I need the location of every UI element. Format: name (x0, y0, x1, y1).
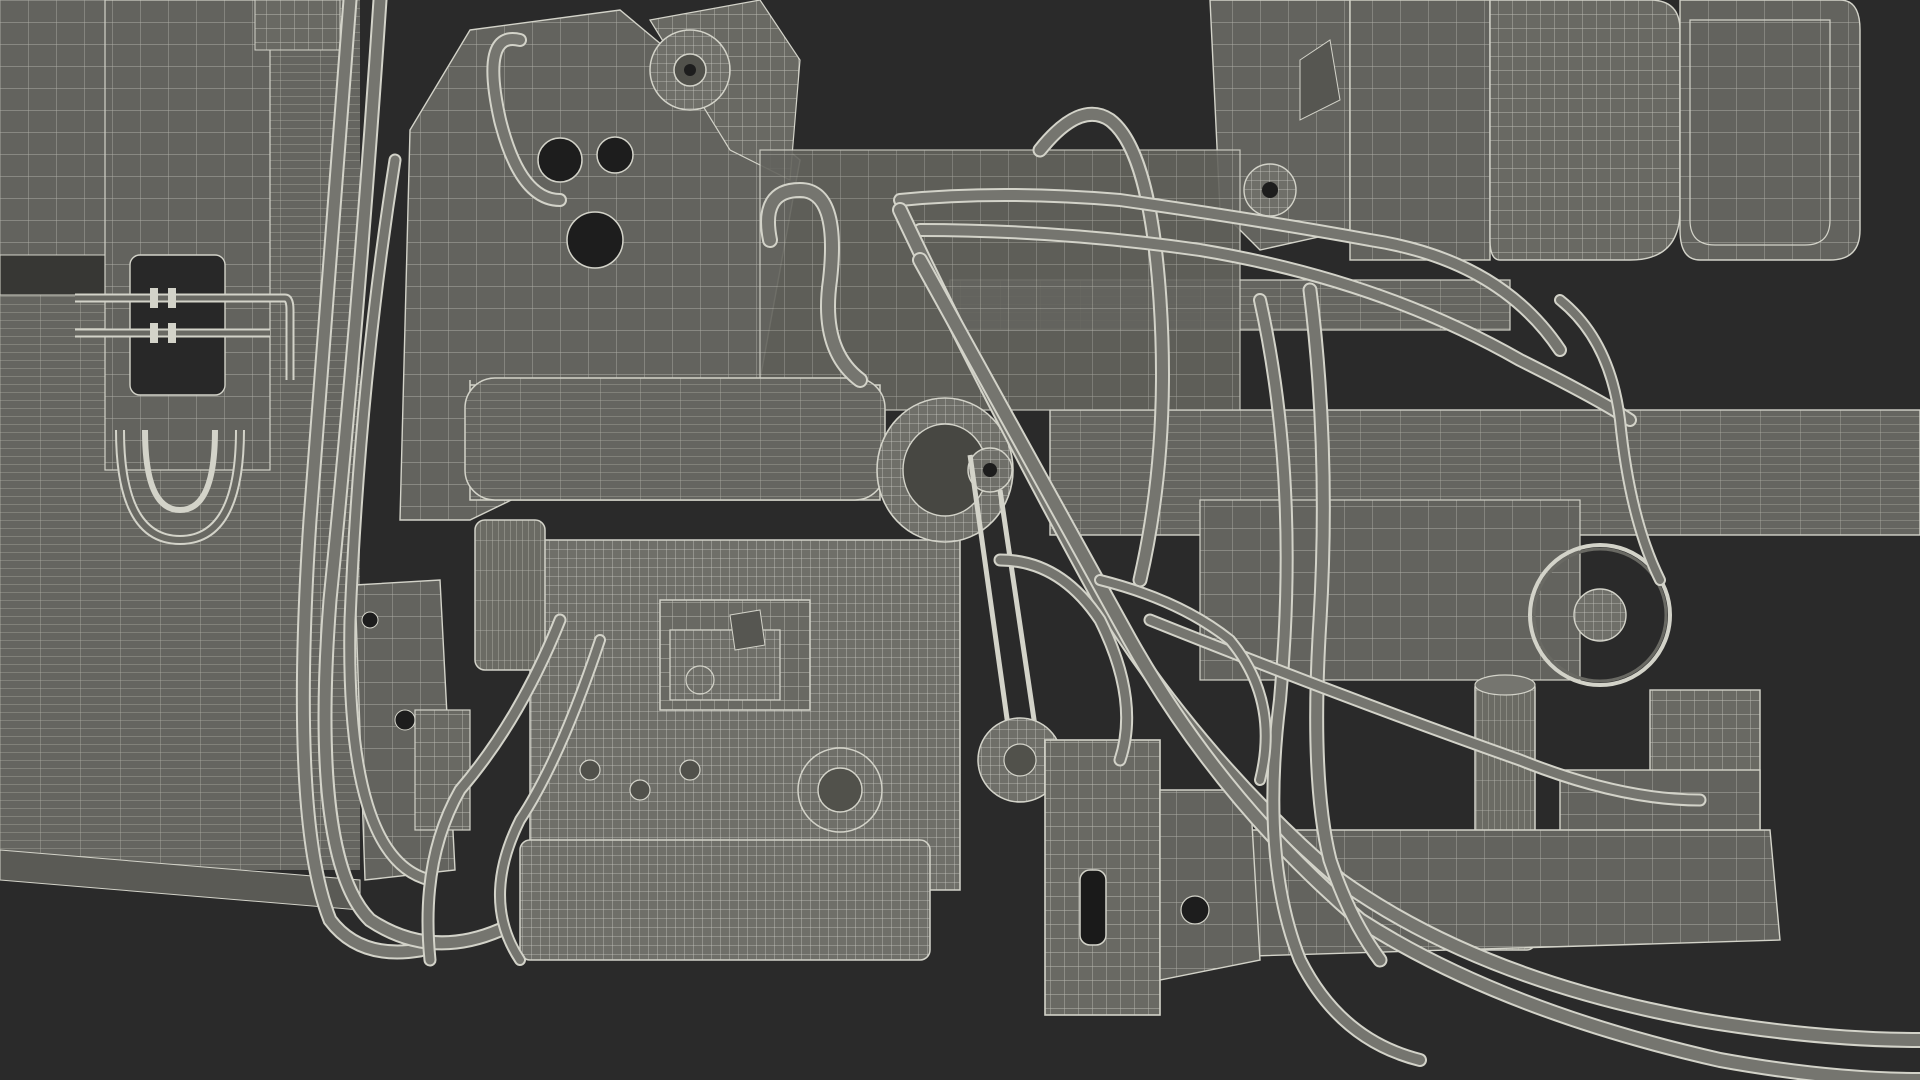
wireframe-render (0, 0, 1920, 1080)
render-viewport (0, 0, 1920, 1080)
shading-overlay (0, 0, 1920, 1080)
